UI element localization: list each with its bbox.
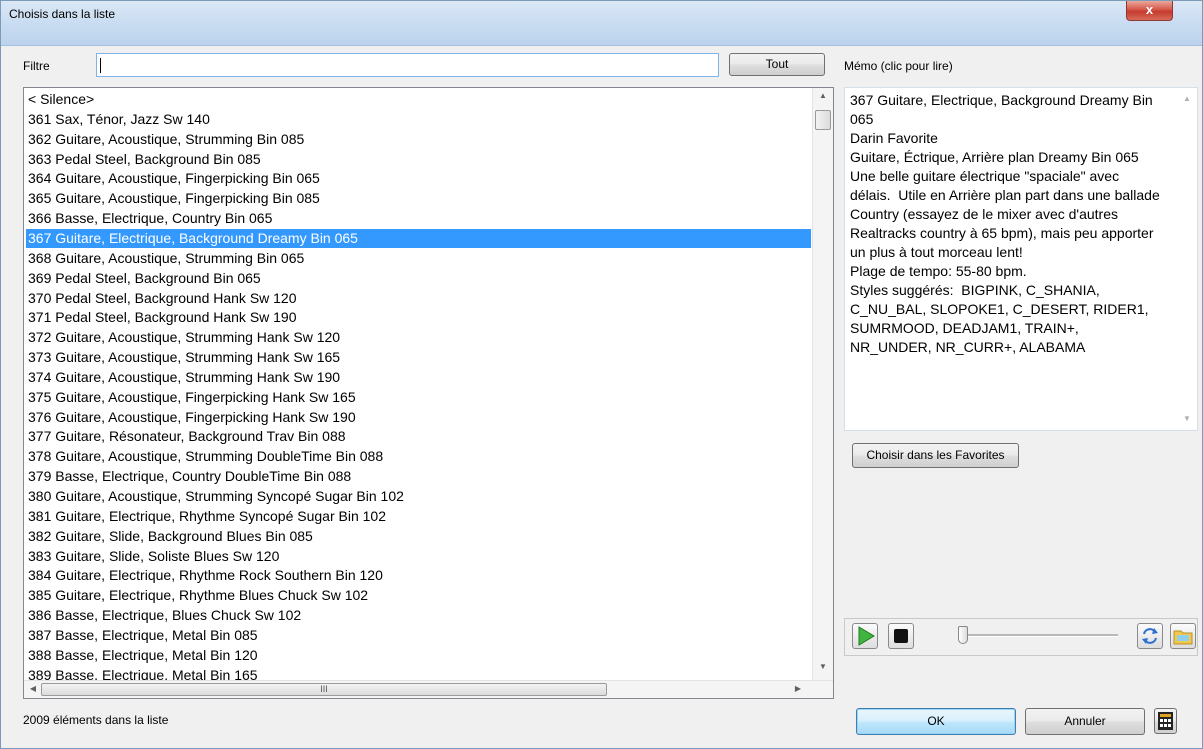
memo-text: 367 Guitare, Electrique, Background Drea… [850,92,1160,355]
list-item[interactable]: 371 Pedal Steel, Background Hank Sw 190 [26,308,811,327]
memo-label: Mémo (clic pour lire) [844,59,953,73]
stop-icon [894,629,908,643]
all-button[interactable]: Tout [729,53,825,76]
list-item[interactable]: 377 Guitare, Résonateur, Background Trav… [26,427,811,446]
item-count-status: 2009 éléments dans la liste [23,713,169,727]
list-item[interactable]: 363 Pedal Steel, Background Bin 085 [26,150,811,169]
position-slider[interactable] [958,626,968,644]
list-item[interactable]: 374 Guitare, Acoustique, Strumming Hank … [26,368,811,387]
list-item[interactable]: 379 Basse, Electrique, Country DoubleTim… [26,467,811,486]
loop-icon [1142,628,1158,644]
memo-vertical-scrollbar[interactable]: ▲ ▼ [1177,88,1197,430]
list-item[interactable]: 382 Guitare, Slide, Background Blues Bin… [26,527,811,546]
memo-scroll-up-arrow[interactable]: ▲ [1177,94,1197,103]
cancel-button[interactable]: Annuler [1025,708,1145,735]
close-button[interactable]: x [1126,1,1173,21]
folder-button[interactable] [1170,623,1196,649]
list-item[interactable]: 378 Guitare, Acoustique, Strumming Doubl… [26,447,811,466]
memo-scroll-down-arrow[interactable]: ▼ [1177,414,1197,423]
memo-box[interactable]: 367 Guitare, Electrique, Background Drea… [844,87,1198,431]
list-item[interactable]: 372 Guitare, Acoustique, Strumming Hank … [26,328,811,347]
dialog-window: Choisis dans la liste x Filtre Tout Mémo… [0,0,1203,749]
list-hscroll-thumb[interactable]: III [41,683,607,696]
stop-button[interactable] [888,623,914,649]
list-vertical-scrollbar[interactable]: ▲ ▼ [812,88,833,680]
keyboard-icon [1158,712,1173,730]
list-item[interactable]: < Silence> [26,90,811,109]
play-icon [858,626,875,646]
position-track [958,634,1118,637]
list-item[interactable]: 368 Guitare, Acoustique, Strumming Bin 0… [26,249,811,268]
list-horizontal-scrollbar[interactable]: ◀ III ▶ [24,680,833,698]
window-title: Choisis dans la liste [9,7,116,21]
list-vscroll-thumb[interactable] [815,110,831,130]
play-button[interactable] [852,623,878,649]
list-item[interactable]: 387 Basse, Electrique, Metal Bin 085 [26,626,811,645]
list-item[interactable]: 364 Guitare, Acoustique, Fingerpicking B… [26,169,811,188]
scroll-right-arrow[interactable]: ▶ [792,684,804,693]
player-bar [844,618,1198,656]
list-item[interactable]: 376 Guitare, Acoustique, Fingerpicking H… [26,408,811,427]
list-item[interactable]: 366 Basse, Electrique, Country Bin 065 [26,209,811,228]
items-list[interactable]: < Silence> 361 Sax, Ténor, Jazz Sw 140 362… [23,87,834,699]
list-item[interactable]: 369 Pedal Steel, Background Bin 065 [26,269,811,288]
list-item[interactable]: 383 Guitare, Slide, Soliste Blues Sw 120 [26,547,811,566]
list-item[interactable]: 373 Guitare, Acoustique, Strumming Hank … [26,348,811,367]
scroll-left-arrow[interactable]: ◀ [27,684,39,693]
folder-icon [1173,630,1193,645]
list-item[interactable]: 384 Guitare, Electrique, Rhythme Rock So… [26,566,811,585]
list-item[interactable]: 370 Pedal Steel, Background Hank Sw 120 [26,289,811,308]
choose-favorites-button[interactable]: Choisir dans les Favorites [852,443,1019,468]
filter-label: Filtre [23,59,50,73]
scroll-up-arrow[interactable]: ▲ [813,91,833,100]
list-item[interactable]: 386 Basse, Electrique, Blues Chuck Sw 10… [26,606,811,625]
list-item[interactable]: 367 Guitare, Electrique, Background Drea… [26,228,811,248]
text-caret [100,58,101,73]
list-item[interactable]: 375 Guitare, Acoustique, Fingerpicking H… [26,388,811,407]
keyboard-button[interactable] [1154,708,1177,734]
scroll-down-arrow[interactable]: ▼ [813,662,833,671]
list-item[interactable]: 362 Guitare, Acoustique, Strumming Bin 0… [26,130,811,149]
list-item[interactable]: 381 Guitare, Electrique, Rhythme Syncopé… [26,507,811,526]
list-item[interactable]: 365 Guitare, Acoustique, Fingerpicking B… [26,189,811,208]
list-item[interactable]: 388 Basse, Electrique, Metal Bin 120 [26,646,811,665]
list-item[interactable]: 361 Sax, Ténor, Jazz Sw 140 [26,110,811,129]
loop-button[interactable] [1137,623,1163,649]
filter-input[interactable] [96,53,719,77]
title-bar: Choisis dans la liste x [1,1,1202,46]
ok-button[interactable]: OK [856,708,1016,735]
list-item[interactable]: 380 Guitare, Acoustique, Strumming Synco… [26,487,811,506]
list-item[interactable]: 385 Guitare, Electrique, Rhythme Blues C… [26,586,811,605]
